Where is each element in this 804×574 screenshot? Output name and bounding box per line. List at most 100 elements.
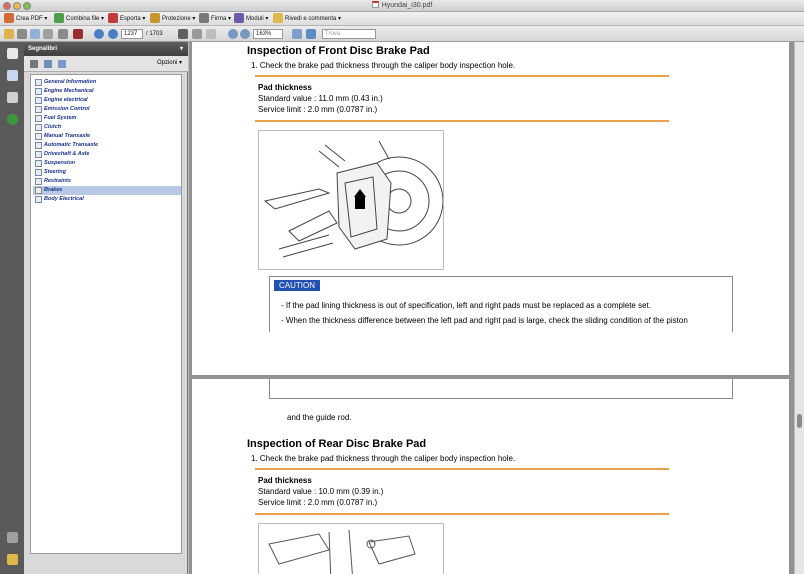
- select-tool-icon[interactable]: [178, 29, 188, 39]
- front-standard-value: Standard value : 11.0 mm (0.43 in.): [258, 94, 383, 103]
- bookmark-item[interactable]: Body Electrical: [33, 195, 181, 204]
- bookmark-icon: [35, 106, 42, 113]
- bookmark-item[interactable]: Automatic Transaxle: [33, 141, 181, 150]
- open-folder-icon[interactable]: [4, 29, 14, 39]
- protect-button[interactable]: Protezione ▾: [150, 13, 195, 25]
- sign-button[interactable]: Firma ▾: [199, 13, 231, 25]
- front-caliper-illustration: [258, 130, 444, 270]
- combine-files-label: Combina file ▾: [66, 16, 105, 22]
- fit-width-icon[interactable]: [306, 29, 316, 39]
- signatures-icon[interactable]: [7, 92, 18, 103]
- window-title: Hyundai_i30.pdf: [0, 1, 804, 9]
- window-title-text: Hyundai_i30.pdf: [381, 2, 433, 9]
- forms-label: Moduli ▾: [246, 16, 269, 22]
- bookmark-item[interactable]: Fuel System: [33, 114, 181, 123]
- front-pad-heading: Inspection of Front Disc Brake Pad: [247, 45, 430, 57]
- bookmark-label: Automatic Transaxle: [44, 142, 99, 148]
- bookmarks-options-button[interactable]: Opzioni ▾: [157, 59, 182, 66]
- bookmark-item[interactable]: Driveshaft & Axle: [33, 150, 181, 159]
- caution-label: CAUTION: [274, 280, 320, 291]
- inspection-arrow: [355, 197, 365, 209]
- bookmarks-panel: Segnalibri ▾ Opzioni ▾ General Informatio…: [24, 42, 188, 574]
- bookmark-icon: [35, 142, 42, 149]
- combine-files-icon: [54, 13, 64, 23]
- bookmark-item[interactable]: Suspension: [33, 159, 181, 168]
- bookmark-icon: [35, 133, 42, 140]
- pdf-document-icon: [371, 1, 379, 8]
- new-bookmark-icon[interactable]: [44, 60, 52, 68]
- bookmark-item[interactable]: Brakes: [33, 186, 181, 195]
- previous-page-icon[interactable]: [94, 29, 104, 39]
- rear-pad-step: 1. Check the brake pad thickness through…: [251, 454, 516, 463]
- bookmark-item[interactable]: Engine electrical: [33, 96, 181, 105]
- pdf-page-1237: Inspection of Front Disc Brake Pad 1. Ch…: [192, 42, 789, 375]
- delete-bookmark-icon[interactable]: [30, 60, 38, 68]
- bookmark-label: Restraints: [44, 178, 71, 184]
- bookmark-icon: [35, 160, 42, 167]
- email-icon[interactable]: [43, 29, 53, 39]
- rear-caliper-illustration: [258, 523, 444, 574]
- scroll-thumb[interactable]: [797, 414, 802, 428]
- save-icon[interactable]: [30, 29, 40, 39]
- expand-bookmark-icon[interactable]: [58, 60, 66, 68]
- bookmark-item[interactable]: Emission Control: [33, 105, 181, 114]
- front-pad-thickness-heading: Pad thickness: [258, 83, 312, 92]
- divider: [255, 75, 669, 77]
- vertical-scrollbar[interactable]: [794, 42, 804, 574]
- rear-service-limit: Service limit : 2.0 mm (0.0787 in.): [258, 498, 378, 507]
- bookmark-icon: [35, 151, 42, 158]
- hand-tool-icon[interactable]: [192, 29, 202, 39]
- bookmark-item[interactable]: Clutch: [33, 123, 181, 132]
- marquee-zoom-icon[interactable]: [206, 29, 216, 39]
- front-service-limit: Service limit : 2.0 mm (0.0787 in.): [258, 105, 378, 114]
- fit-page-icon[interactable]: [292, 29, 302, 39]
- task-toolbar: Crea PDF ▾ Combina file ▾ Esporta ▾ Prot…: [0, 12, 804, 26]
- rear-pad-heading: Inspection of Rear Disc Brake Pad: [247, 438, 427, 450]
- comments-icon[interactable]: [7, 554, 18, 565]
- caution-continuation: and the guide rod.: [287, 413, 352, 422]
- page-count: / 1703: [146, 31, 163, 37]
- document-view: Inspection of Front Disc Brake Pad 1. Ch…: [189, 42, 804, 574]
- bookmark-icon: [35, 169, 42, 176]
- bookmark-item[interactable]: Restraints: [33, 177, 181, 186]
- attachments-icon[interactable]: [7, 532, 18, 543]
- sign-label: Firma ▾: [211, 16, 232, 22]
- zoom-out-icon[interactable]: [228, 29, 238, 39]
- bookmarks-title: Segnalibri: [28, 46, 58, 52]
- share-icon[interactable]: [73, 29, 83, 39]
- caution-box: CAUTION - If the pad lining thickness is…: [269, 276, 733, 332]
- create-pdf-button[interactable]: Crea PDF ▾: [4, 13, 47, 25]
- upload-icon[interactable]: [58, 29, 68, 39]
- export-button[interactable]: Esporta ▾: [108, 13, 145, 25]
- pages-icon[interactable]: [7, 48, 18, 59]
- bookmark-label: Clutch: [44, 124, 62, 130]
- page-number-input[interactable]: 1237: [121, 29, 143, 39]
- next-page-icon[interactable]: [108, 29, 118, 39]
- bookmark-label: Brakes: [44, 187, 63, 193]
- panel-menu-icon[interactable]: ▾: [180, 42, 183, 56]
- pen-icon: [199, 13, 209, 23]
- bookmark-item[interactable]: Steering: [33, 168, 181, 177]
- print-icon[interactable]: [17, 29, 27, 39]
- bookmark-item[interactable]: Engine Mechanical: [33, 87, 181, 96]
- bookmark-label: Engine Mechanical: [44, 88, 94, 94]
- bookmark-icon: [35, 187, 42, 194]
- bookmark-label: Driveshaft & Axle: [44, 151, 90, 157]
- forms-button[interactable]: Moduli ▾: [234, 13, 268, 25]
- pdf-page-1238: and the guide rod. Inspection of Rear Di…: [192, 379, 789, 574]
- review-comment-button[interactable]: Rivedi e commenta ▾: [273, 13, 341, 25]
- bookmarks-icon[interactable]: [7, 70, 18, 81]
- zoom-in-icon[interactable]: [240, 29, 250, 39]
- review-comment-label: Rivedi e commenta ▾: [285, 16, 342, 22]
- create-pdf-icon: [4, 13, 14, 23]
- layers-icon[interactable]: [7, 114, 18, 125]
- bookmark-item[interactable]: Manual Transaxle: [33, 132, 181, 141]
- bookmarks-toolbar: Opzioni ▾: [24, 56, 188, 72]
- bookmark-icon: [35, 124, 42, 131]
- bookmark-label: Body Electrical: [44, 196, 84, 202]
- search-input[interactable]: Trova: [322, 29, 376, 39]
- combine-files-button[interactable]: Combina file ▾: [54, 13, 104, 25]
- divider: [255, 513, 669, 515]
- bookmark-item[interactable]: General Information: [33, 78, 181, 87]
- zoom-level-select[interactable]: 163%: [253, 29, 283, 39]
